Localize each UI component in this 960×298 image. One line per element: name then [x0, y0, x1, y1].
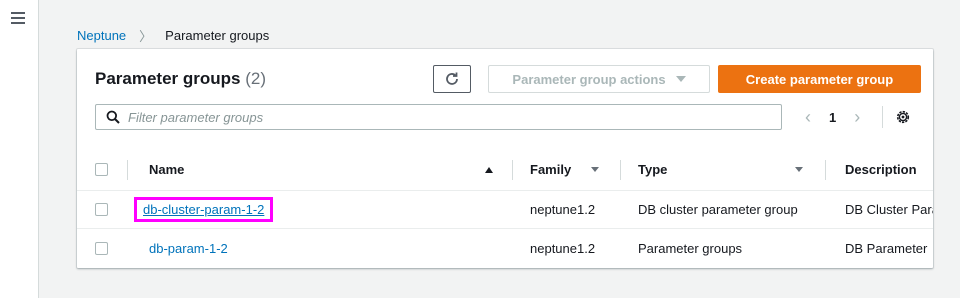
column-header-name-label: Name	[149, 162, 185, 177]
filter-input[interactable]	[128, 109, 768, 125]
panel-title: Parameter groups (2)	[95, 69, 266, 89]
previous-page-icon[interactable]: ‹	[797, 107, 819, 128]
family-cell: neptune1.2	[530, 202, 596, 217]
column-header-description-label: Description	[845, 162, 917, 177]
highlight-box: db-cluster-param-1-2	[134, 197, 274, 222]
row-checkbox[interactable]	[95, 203, 108, 216]
breadcrumb: Neptune 〉 Parameter groups	[77, 26, 269, 45]
table-header-row: Name Family Type Description	[77, 149, 933, 191]
column-header-family[interactable]: Family	[530, 149, 586, 190]
create-parameter-group-button[interactable]: Create parameter group	[718, 65, 921, 93]
row-checkbox[interactable]	[95, 241, 108, 255]
actions-label: Parameter group actions	[512, 71, 666, 87]
caret-down-icon	[675, 76, 686, 82]
select-all-checkbox-cell	[95, 149, 108, 190]
row-checkbox-cell	[95, 191, 108, 228]
chevron-right-icon: 〉	[139, 29, 153, 44]
row-checkbox-cell	[95, 229, 108, 267]
description-cell: DB Cluster Para	[845, 202, 933, 217]
parameter-group-name-link[interactable]: db-cluster-param-1-2	[143, 202, 264, 217]
parameter-group-name-link[interactable]: db-param-1-2	[149, 241, 228, 256]
family-cell: neptune1.2	[530, 240, 596, 256]
table-row: db-param-1-2 neptune1.2 Parameter groups…	[77, 229, 933, 267]
pager-divider	[882, 106, 884, 128]
type-cell: DB cluster parameter group	[638, 202, 798, 217]
table-row: db-cluster-param-1-2 neptune1.2 DB clust…	[77, 191, 933, 229]
select-all-checkbox[interactable]	[95, 163, 108, 176]
type-cell: Parameter groups	[638, 240, 743, 256]
left-nav-rail	[0, 0, 39, 298]
parameter-groups-panel: Parameter groups (2) Parameter group act…	[77, 49, 933, 268]
name-cell: db-param-1-2	[149, 229, 228, 267]
sort-none-icon[interactable]	[591, 149, 599, 190]
hamburger-menu-icon[interactable]	[11, 12, 25, 24]
breadcrumb-current: Parameter groups	[165, 28, 270, 43]
column-header-type[interactable]: Type	[638, 149, 758, 190]
sort-none-icon[interactable]	[795, 149, 803, 190]
column-divider	[825, 160, 826, 180]
breadcrumb-neptune-link[interactable]: Neptune	[77, 28, 126, 43]
column-divider	[127, 160, 128, 180]
filter-box[interactable]	[95, 104, 782, 130]
column-header-type-label: Type	[638, 162, 668, 177]
name-cell: db-cluster-param-1-2	[134, 191, 274, 228]
parameter-group-actions-button[interactable]: Parameter group actions	[488, 65, 710, 93]
panel-title-text: Parameter groups	[95, 69, 241, 88]
page-number[interactable]: 1	[829, 110, 836, 125]
refresh-button[interactable]	[433, 65, 471, 93]
pagination: ‹ 1 ›	[797, 105, 911, 129]
column-divider	[512, 160, 513, 180]
column-header-name[interactable]: Name	[149, 149, 509, 190]
column-header-family-label: Family	[530, 162, 572, 177]
panel-count: (2)	[245, 69, 267, 88]
gear-icon[interactable]	[895, 109, 911, 125]
column-divider	[620, 160, 621, 180]
next-page-icon[interactable]: ›	[846, 107, 868, 128]
refresh-icon	[446, 72, 458, 85]
column-header-description[interactable]: Description	[845, 149, 933, 190]
search-icon	[106, 110, 120, 124]
sort-ascending-icon[interactable]	[485, 149, 493, 190]
description-cell: DB Parameter	[845, 240, 928, 256]
